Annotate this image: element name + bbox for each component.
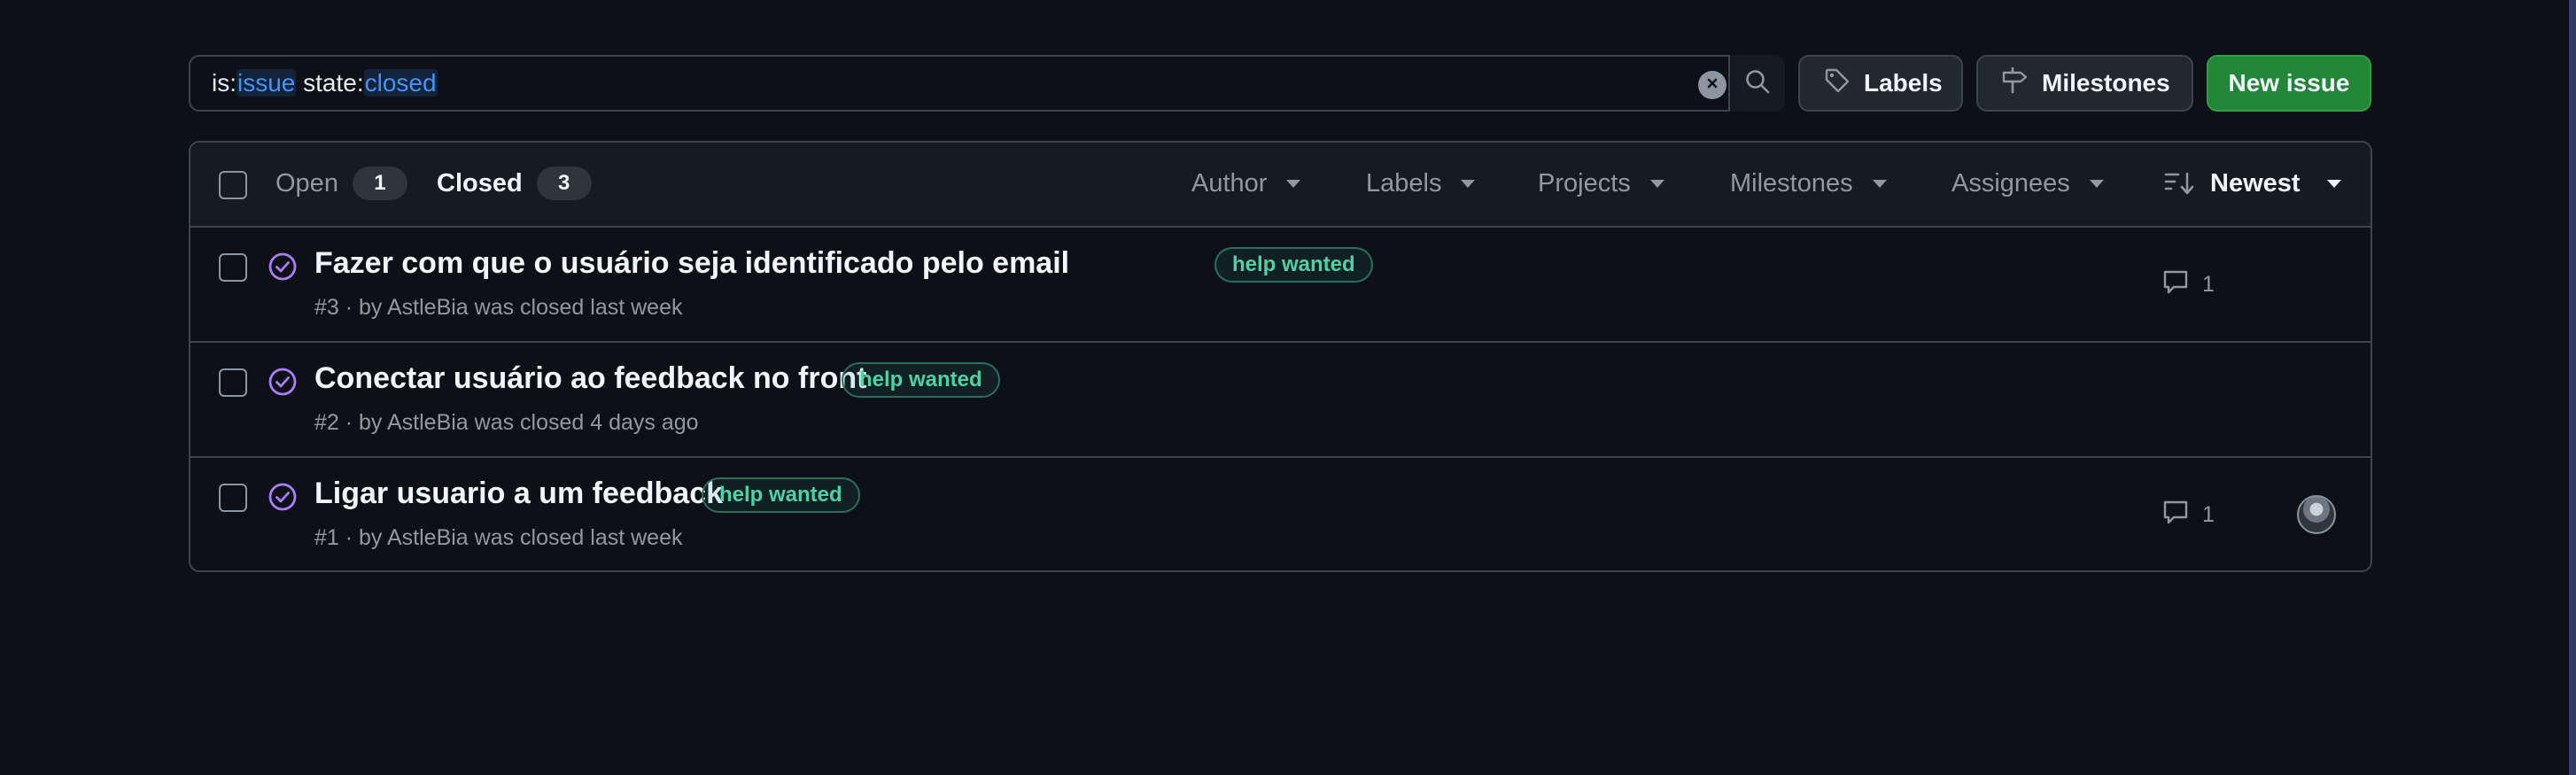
label-badge[interactable]: help wanted (842, 362, 1000, 398)
labels-button[interactable]: Labels (1798, 55, 1963, 112)
milestones-filter[interactable]: Milestones (1730, 164, 1887, 203)
assignees-filter[interactable]: Assignees (1951, 164, 2104, 203)
projects-filter-label: Projects (1538, 168, 1631, 198)
assignees-filter-label: Assignees (1951, 168, 2070, 198)
open-count-badge: 1 (352, 167, 407, 200)
tag-icon (1823, 66, 1851, 101)
open-tab-label: Open (275, 168, 338, 198)
issue-row[interactable]: Conectar usuário ao feedback no front he… (190, 343, 2370, 458)
issues-page: is:issue state:closed Labels Milestones … (0, 0, 2576, 775)
projects-filter[interactable]: Projects (1538, 164, 1664, 203)
chevron-down-icon (2326, 179, 2341, 188)
author-filter[interactable]: Author (1191, 164, 1301, 203)
issue-meta: #2 · by AstleBia was closed 4 days ago (314, 410, 699, 435)
comment-count: 1 (2202, 271, 2215, 297)
sort-label: Newest (2210, 168, 2301, 198)
page-scrollbar[interactable] (2569, 0, 2576, 775)
comments-link[interactable]: 1 (2161, 499, 2215, 531)
labels-filter-label: Labels (1366, 168, 1442, 198)
comment-count: 1 (2202, 501, 2215, 527)
issues-list: Open 1 Closed 3 Author Labels Projects M… (189, 141, 2372, 572)
search-token-value: closed (363, 69, 438, 97)
search-query[interactable]: is:issue state:closed (212, 57, 438, 110)
issue-row[interactable]: Fazer com que o usuário seja identificad… (190, 228, 2370, 343)
issues-list-header: Open 1 Closed 3 Author Labels Projects M… (190, 143, 2370, 228)
sort-dropdown[interactable]: Newest (2164, 164, 2341, 203)
issue-closed-icon (267, 481, 299, 513)
issue-closed-icon (267, 251, 299, 283)
closed-count-badge: 3 (536, 167, 592, 200)
issue-meta: #1 · by AstleBia was closed last week (314, 525, 683, 550)
issue-checkbox[interactable] (219, 253, 247, 282)
chevron-down-icon (1461, 179, 1476, 188)
author-filter-label: Author (1191, 168, 1268, 198)
new-issue-button-label: New issue (2228, 69, 2350, 97)
milestone-icon (2001, 66, 2029, 101)
labels-filter[interactable]: Labels (1366, 164, 1476, 203)
chevron-down-icon (2089, 179, 2104, 188)
new-issue-button[interactable]: New issue (2207, 55, 2371, 112)
clear-x-icon (1705, 76, 1719, 95)
issue-title-link[interactable]: Conectar usuário ao feedback no front (314, 359, 866, 398)
comment-icon (2161, 499, 2190, 531)
issue-row[interactable]: Ligar usuario a um feedback help wanted … (190, 458, 2370, 570)
search-token-value: issue (237, 69, 297, 97)
milestones-filter-label: Milestones (1730, 168, 1853, 198)
milestones-button-label: Milestones (2042, 69, 2170, 97)
issue-title-link[interactable]: Fazer com que o usuário seja identificad… (314, 244, 1069, 283)
issue-checkbox[interactable] (219, 368, 247, 397)
select-all-checkbox[interactable] (219, 171, 247, 199)
comment-icon (2161, 268, 2190, 301)
issue-meta: #3 · by AstleBia was closed last week (314, 295, 683, 320)
milestones-button[interactable]: Milestones (1976, 55, 2193, 112)
issue-checkbox[interactable] (219, 484, 247, 512)
label-badge[interactable]: help wanted (702, 477, 860, 513)
scrollbar-track[interactable] (2569, 0, 2576, 775)
sort-icon (2164, 171, 2194, 196)
search-token-key: is: (212, 69, 237, 97)
search-button[interactable] (1728, 55, 1785, 112)
issue-closed-icon (267, 366, 299, 398)
chevron-down-icon (1872, 179, 1887, 188)
labels-button-label: Labels (1864, 69, 1943, 97)
issues-toolbar: is:issue state:closed Labels Milestones … (189, 55, 2371, 112)
chevron-down-icon (1286, 179, 1301, 188)
issue-search-field[interactable]: is:issue state:closed (189, 55, 1785, 112)
comments-link[interactable]: 1 (2161, 268, 2215, 300)
search-icon (1743, 67, 1772, 100)
search-token-key: state: (296, 69, 364, 97)
closed-tab-label: Closed (437, 168, 523, 198)
clear-search-button[interactable] (1698, 71, 1726, 99)
label-badge[interactable]: help wanted (1214, 247, 1373, 283)
chevron-down-icon (1649, 179, 1664, 188)
tab-open-issues[interactable]: Open 1 (275, 164, 407, 203)
assignee-avatar[interactable] (2297, 495, 2336, 534)
tab-closed-issues[interactable]: Closed 3 (437, 164, 592, 203)
issue-title-link[interactable]: Ligar usuario a um feedback (314, 474, 723, 513)
